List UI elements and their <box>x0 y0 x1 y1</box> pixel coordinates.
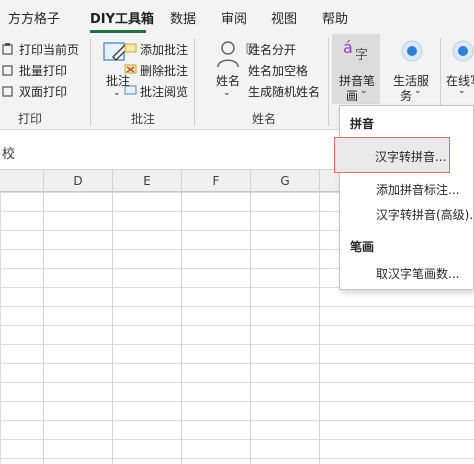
print-group-label: 打印 <box>18 112 43 126</box>
menu-tab-bar: 方方格子 DIY工具箱 数据 审阅 视图 帮助 <box>0 0 474 34</box>
tab-review[interactable]: 审阅 <box>221 8 247 27</box>
dropdown-section-pinyin: 拼音 <box>350 117 375 131</box>
chevron-down-icon: ⌄ <box>360 86 368 96</box>
dropdown-section-strokes: 笔画 <box>350 240 375 254</box>
random-name-button[interactable]: 生成随机姓名 <box>248 83 320 100</box>
tab-diy-toolbox[interactable]: DIY工具箱 <box>90 8 154 27</box>
split-name-button[interactable]: 姓名分开 <box>248 41 296 58</box>
hanzi-to-pinyin-label: 汉字转拼音... <box>375 150 447 164</box>
print-page-icon <box>2 43 13 55</box>
tab-view[interactable]: 视图 <box>271 8 297 27</box>
add-comment-button[interactable]: 添加批注 <box>140 41 188 58</box>
add-pinyin-annotation-item[interactable]: 添加拼音标注... <box>376 181 459 198</box>
column-f-header[interactable]: F <box>206 174 226 188</box>
annotate-group-label: 批注 <box>131 112 156 126</box>
column-e-header[interactable]: E <box>137 174 157 188</box>
delete-comment-button[interactable]: 删除批注 <box>140 62 188 79</box>
life-service-label-2: 务 <box>400 89 413 103</box>
print-current-page-button[interactable]: 打印当前页 <box>19 41 79 58</box>
column-g-header[interactable]: G <box>275 174 295 188</box>
duplex-print-button[interactable]: 双面打印 <box>19 83 67 100</box>
hanzi-to-pinyin-item[interactable]: 汉字转拼音... <box>334 137 450 173</box>
tab-help[interactable]: 帮助 <box>322 8 348 27</box>
column-d-header[interactable]: D <box>68 174 88 188</box>
name-group-label: 姓名 <box>252 112 277 126</box>
batch-print-button[interactable]: 批量打印 <box>19 62 67 79</box>
group-divider <box>90 38 91 126</box>
add-comment-icon <box>124 43 137 53</box>
hanzi-to-pinyin-advanced-item[interactable]: 汉字转拼音(高级)... <box>376 206 474 223</box>
pinyin-a-icon: á <box>343 38 353 57</box>
group-divider <box>328 38 329 126</box>
name-add-space-button[interactable]: 姓名加空格 <box>248 62 308 79</box>
formula-text: 校 <box>2 147 16 162</box>
column-divider <box>250 170 251 464</box>
batch-print-icon <box>2 65 13 76</box>
chevron-down-icon: ⌄ <box>223 88 231 98</box>
chevron-down-icon: ⌄ <box>113 88 121 98</box>
pinyin-dropdown-menu: 拼音 添加拼音标注... 汉字转拼音(高级)... 笔画 取汉字笔画数... <box>339 105 474 290</box>
pinyin-char-icon: 字 <box>355 48 369 63</box>
life-service-icon <box>401 40 423 62</box>
view-comments-button[interactable]: 批注阅览 <box>140 83 188 100</box>
column-divider <box>43 170 44 464</box>
chevron-down-icon: ⌄ <box>458 86 466 96</box>
pinyin-stroke-button[interactable]: á 字 拼音笔 画 ⌄ <box>332 34 380 104</box>
duplex-print-icon <box>2 86 13 97</box>
column-divider <box>319 170 320 464</box>
active-tab-indicator <box>90 30 146 33</box>
group-divider <box>194 38 195 126</box>
column-divider <box>181 170 182 464</box>
name-button[interactable]: 姓名 <box>216 72 240 89</box>
tab-data[interactable]: 数据 <box>170 8 196 27</box>
chevron-down-icon: ⌄ <box>414 86 422 96</box>
count-strokes-item[interactable]: 取汉字笔画数... <box>376 265 459 282</box>
pinyin-button-label-2: 画 <box>346 89 359 103</box>
delete-comment-icon <box>124 64 137 74</box>
person-icon <box>217 41 239 68</box>
tab-fangfang[interactable]: 方方格子 <box>8 8 60 27</box>
column-divider <box>112 170 113 464</box>
online-tool-icon <box>452 40 474 62</box>
view-comments-icon <box>124 85 137 95</box>
